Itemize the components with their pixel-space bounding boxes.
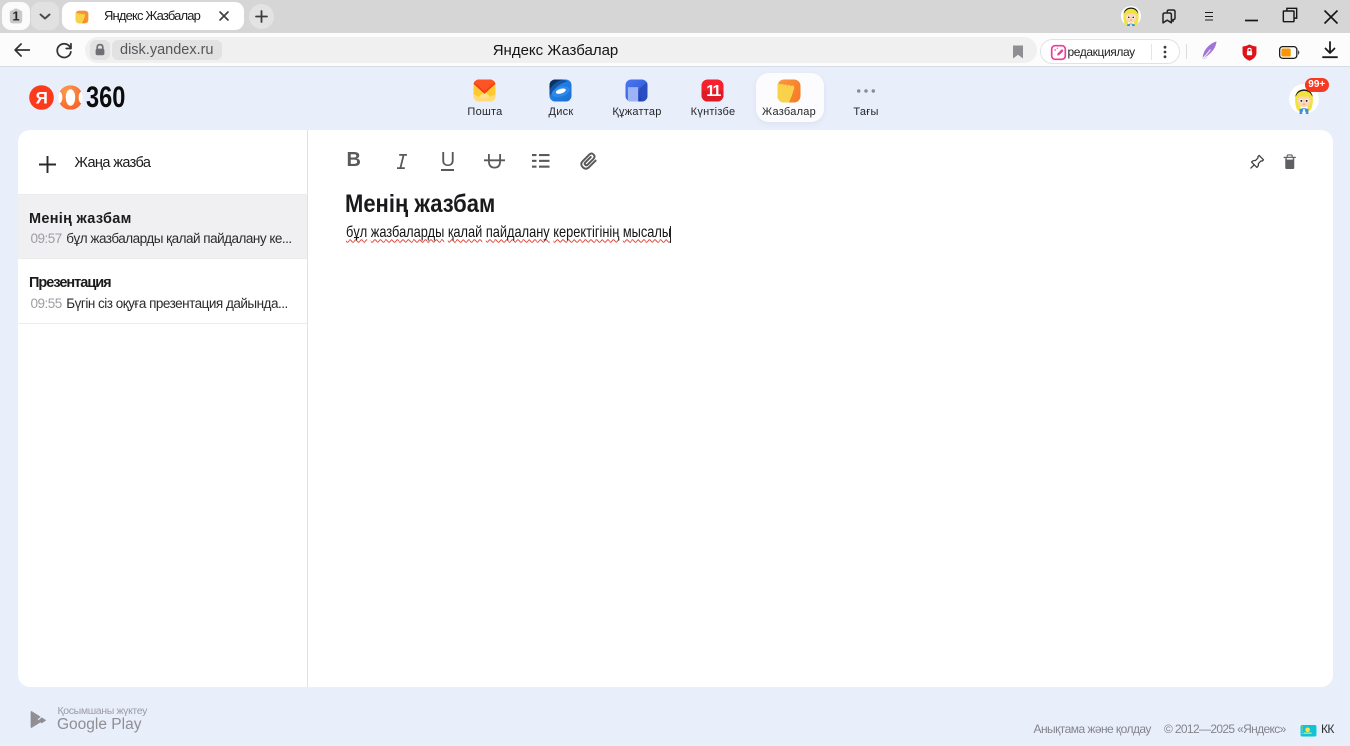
svg-text:11: 11 <box>706 83 721 100</box>
svg-text:1: 1 <box>12 9 19 24</box>
svg-text:Я: Я <box>36 89 48 108</box>
